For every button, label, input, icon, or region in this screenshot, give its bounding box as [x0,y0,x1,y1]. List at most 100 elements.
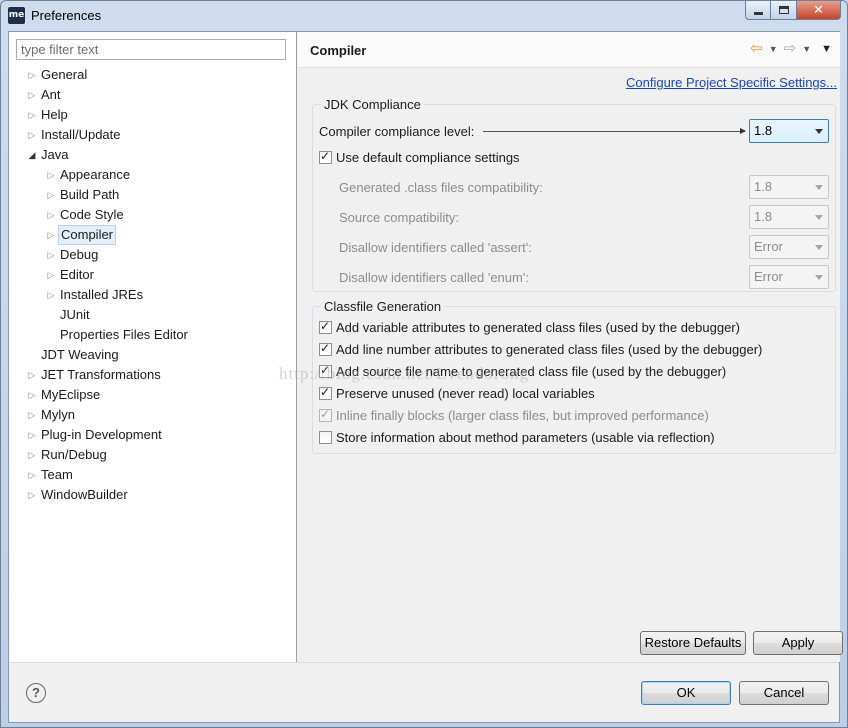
tree-item-install-update[interactable]: ▷ Install/Update [9,125,297,145]
collapsed-arrow-icon[interactable]: ▷ [27,465,37,485]
back-arrow-icon[interactable]: ⇦ [750,41,763,57]
collapsed-arrow-icon[interactable]: ▷ [27,65,37,85]
cancel-button[interactable]: Cancel [739,681,829,705]
jdk-compliance-legend: JDK Compliance [321,97,424,112]
dialog-button-bar: ? OK Cancel [9,662,839,722]
tree-item-label: General [41,67,88,82]
classfile-option-label: Store information about method parameter… [336,429,715,445]
tree-item-myeclipse[interactable]: ▷ MyEclipse [9,385,297,405]
tree-item-installed-jres[interactable]: ▷ Installed JREs [9,285,297,305]
collapsed-arrow-icon[interactable]: ▷ [46,185,56,205]
compliance-level-value: 1.8 [754,123,773,138]
page-header: Compiler ⇦ ▼ ⇨ ▼ ▼ [298,32,840,68]
tree-item-jet-transformations[interactable]: ▷ JET Transformations [9,365,297,385]
tree-item-code-style[interactable]: ▷ Code Style [9,205,297,225]
preference-tree: ▷ General ▷ Ant ▷ Help ▷ Install/Update ◢ Java ▷ Ap… [9,65,297,505]
expanded-arrow-icon[interactable]: ◢ [27,145,37,165]
page-nav-buttons: ⇦ ▼ ⇨ ▼ ▼ [750,41,832,57]
classfile-option-row[interactable]: Add line number attributes to generated … [319,337,762,361]
compliance-setting-select[interactable]: Error [749,235,829,259]
tree-item-label: MyEclipse [41,387,101,402]
collapsed-arrow-icon[interactable]: ▷ [46,285,56,305]
classfile-option-checkbox[interactable] [319,385,332,400]
collapsed-arrow-icon[interactable]: ▷ [27,445,37,465]
ok-button[interactable]: OK [641,681,731,705]
back-dropdown-icon[interactable]: ▼ [769,41,778,57]
tree-item-label: Properties Files Editor [60,327,188,342]
restore-defaults-button[interactable]: Restore Defaults [640,631,746,655]
compliance-setting-select[interactable]: 1.8 [749,175,829,199]
tree-item-ant[interactable]: ▷ Ant [9,85,297,105]
forward-dropdown-icon[interactable]: ▼ [802,41,811,57]
tree-item-run-debug[interactable]: ▷ Run/Debug [9,445,297,465]
tree-item-label: Code Style [60,207,124,222]
collapsed-arrow-icon[interactable]: ▷ [46,225,56,245]
collapsed-arrow-icon[interactable]: ▷ [27,385,37,405]
app-icon: me [8,7,25,24]
window-controls: ✕ [745,1,841,21]
classfile-option-checkbox [319,407,332,422]
minimize-icon [753,11,763,15]
tree-item-properties-files-editor[interactable]: Properties Files Editor [9,325,297,345]
tree-item-plug-in-development[interactable]: ▷ Plug-in Development [9,425,297,445]
collapsed-arrow-icon[interactable]: ▷ [27,125,37,145]
filter-input[interactable] [16,39,286,60]
collapsed-arrow-icon[interactable]: ▷ [27,105,37,125]
close-button[interactable]: ✕ [797,1,841,20]
tree-item-java[interactable]: ◢ Java [9,145,297,165]
help-icon[interactable]: ? [26,683,46,703]
collapsed-arrow-icon[interactable]: ▷ [46,265,56,285]
classfile-option-row[interactable]: Store information about method parameter… [319,425,715,449]
forward-arrow-icon[interactable]: ⇨ [784,41,797,57]
tree-item-jdt-weaving[interactable]: JDT Weaving [9,345,297,365]
use-default-compliance-row[interactable]: Use default compliance settings [319,145,520,169]
collapsed-arrow-icon[interactable]: ▷ [27,485,37,505]
tree-item-label: Ant [41,87,61,102]
compliance-level-select[interactable]: 1.8 [749,119,829,143]
tree-item-editor[interactable]: ▷ Editor [9,265,297,285]
tree-item-junit[interactable]: JUnit [9,305,297,325]
compliance-setting-value: Error [754,269,783,284]
tree-item-label: Install/Update [41,127,121,142]
collapsed-arrow-icon[interactable]: ▷ [27,405,37,425]
compliance-setting-label: Source compatibility: [339,209,459,225]
tree-item-label: Mylyn [41,407,75,422]
tree-item-label: Plug-in Development [41,427,162,442]
classfile-option-row[interactable]: Add variable attributes to generated cla… [319,315,740,339]
maximize-button[interactable] [771,1,797,20]
collapsed-arrow-icon[interactable]: ▷ [27,85,37,105]
chevron-down-icon [815,185,823,190]
collapsed-arrow-icon[interactable]: ▷ [46,205,56,225]
compliance-setting-label: Disallow identifiers called 'enum': [339,269,529,285]
compliance-setting-select[interactable]: 1.8 [749,205,829,229]
collapsed-arrow-icon[interactable]: ▷ [46,165,56,185]
tree-item-help[interactable]: ▷ Help [9,105,297,125]
tree-item-compiler[interactable]: ▷ Compiler [9,225,297,245]
tree-item-windowbuilder[interactable]: ▷ WindowBuilder [9,485,297,505]
view-menu-icon[interactable]: ▼ [821,41,832,57]
use-default-compliance-checkbox[interactable] [319,149,332,164]
tree-item-team[interactable]: ▷ Team [9,465,297,485]
chevron-down-icon [815,275,823,280]
tree-item-general[interactable]: ▷ General [9,65,297,85]
classfile-option-checkbox[interactable] [319,319,332,334]
tree-item-build-path[interactable]: ▷ Build Path [9,185,297,205]
classfile-option-row[interactable]: Preserve unused (never read) local varia… [319,381,595,405]
title-bar[interactable]: me Preferences ✕ [1,1,847,31]
collapsed-arrow-icon[interactable]: ▷ [46,245,56,265]
tree-item-mylyn[interactable]: ▷ Mylyn [9,405,297,425]
tree-item-appearance[interactable]: ▷ Appearance [9,165,297,185]
apply-button[interactable]: Apply [753,631,843,655]
configure-project-specific-link[interactable]: Configure Project Specific Settings... [626,75,837,90]
classfile-option-checkbox[interactable] [319,430,332,444]
tree-item-label: Build Path [60,187,120,202]
compliance-setting-select[interactable]: Error [749,265,829,289]
minimize-button[interactable] [745,1,771,20]
collapsed-arrow-icon[interactable]: ▷ [27,425,37,445]
classfile-option-row[interactable]: Add source file name to generated class … [319,359,726,383]
collapsed-arrow-icon[interactable]: ▷ [27,365,37,385]
classfile-option-checkbox[interactable] [319,341,332,356]
tree-item-debug[interactable]: ▷ Debug [9,245,297,265]
window-title: Preferences [31,8,102,23]
classfile-option-checkbox[interactable] [319,363,332,378]
